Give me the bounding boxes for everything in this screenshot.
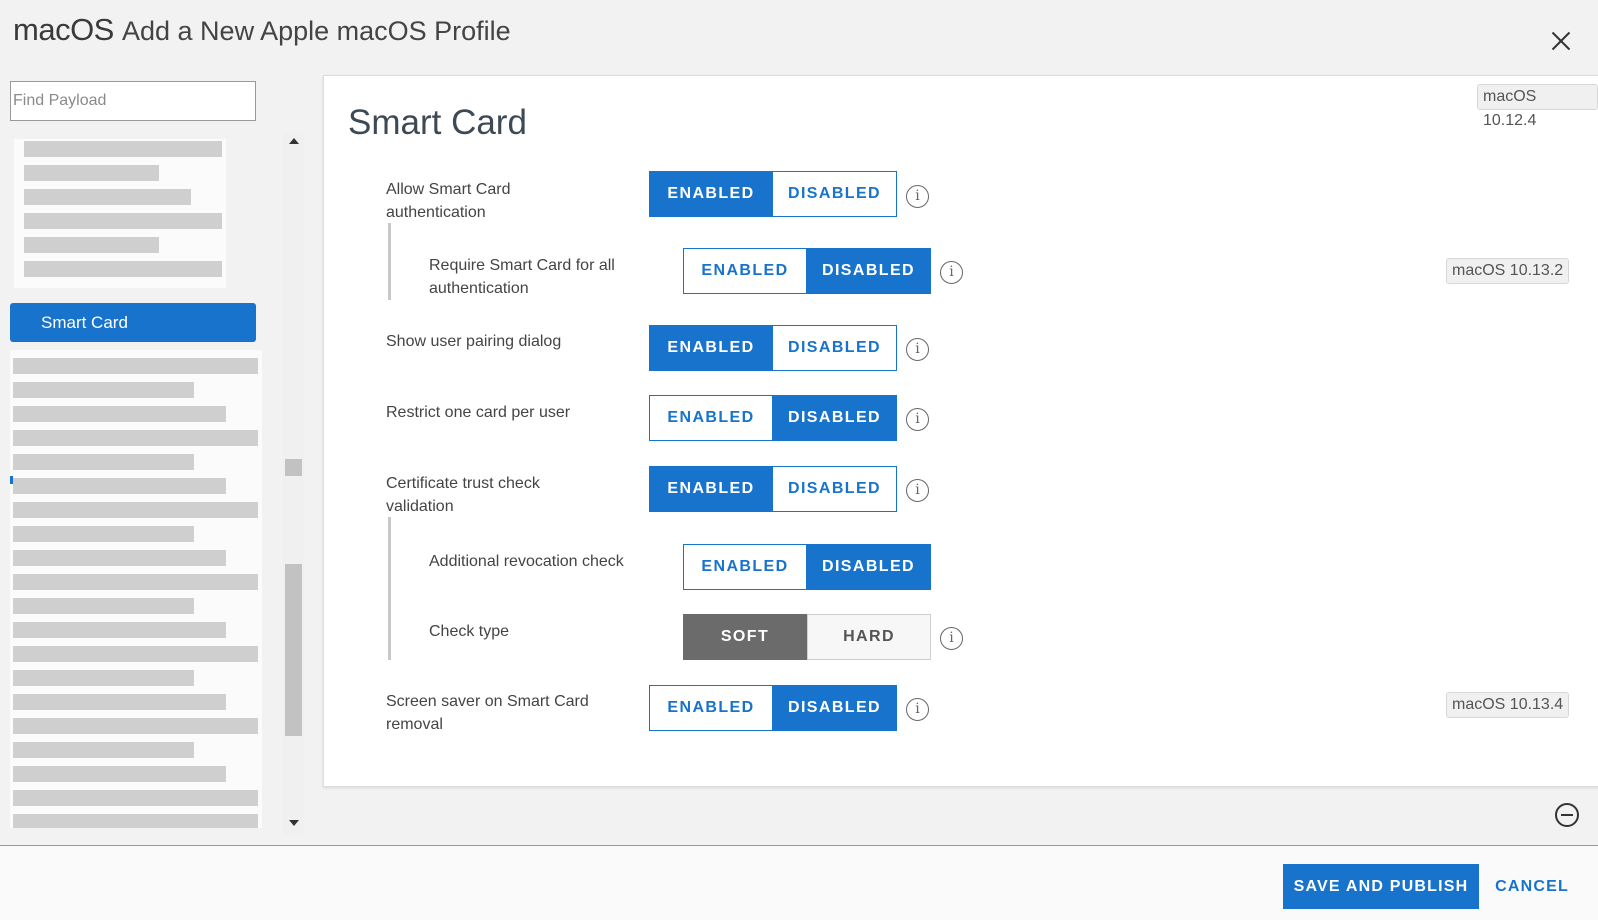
nesting-line [388, 223, 391, 300]
list-item-placeholder[interactable] [13, 550, 226, 566]
toggle-check-type: SOFT HARD [683, 614, 931, 660]
info-icon[interactable]: i [906, 338, 929, 361]
setting-label: Additional revocation check [429, 553, 624, 570]
list-item-placeholder[interactable] [13, 742, 194, 758]
enabled-option[interactable]: ENABLED [649, 325, 773, 371]
list-item-placeholder[interactable] [13, 694, 226, 710]
list-item-placeholder[interactable] [13, 598, 194, 614]
list-item-placeholder[interactable] [13, 766, 226, 782]
payload-list-bottom [10, 350, 262, 828]
disabled-option[interactable]: DISABLED [807, 544, 931, 590]
selection-marker [10, 476, 13, 484]
list-item-placeholder[interactable] [24, 237, 159, 253]
info-icon[interactable]: i [940, 261, 963, 284]
list-item-placeholder[interactable] [24, 189, 191, 205]
toggle-allow-smart-card: ENABLED DISABLED [649, 171, 897, 217]
brand-logo: macOS [13, 12, 114, 47]
enabled-option[interactable]: ENABLED [683, 544, 807, 590]
disabled-option[interactable]: DISABLED [773, 685, 897, 731]
list-item-placeholder[interactable] [13, 454, 194, 470]
scrollbar-thumb-marker[interactable] [285, 459, 302, 476]
info-icon[interactable]: i [940, 627, 963, 650]
list-item-placeholder[interactable] [24, 141, 222, 157]
setting-label: Check type [429, 623, 510, 640]
list-item-placeholder[interactable] [13, 670, 194, 686]
setting-label: Screen saver on Smart Card removal [386, 693, 589, 733]
disabled-option[interactable]: DISABLED [773, 171, 897, 217]
save-and-publish-button[interactable]: SAVE AND PUBLISH [1283, 864, 1479, 909]
payload-list-top [14, 139, 226, 288]
nesting-line [388, 517, 391, 660]
toggle-certificate-trust-check: ENABLED DISABLED [649, 466, 897, 512]
list-item-placeholder[interactable] [13, 502, 258, 518]
version-badge: macOS 10.13.2 [1446, 258, 1570, 284]
hard-option[interactable]: HARD [807, 614, 931, 660]
list-item-placeholder[interactable] [24, 213, 222, 229]
disabled-option[interactable]: DISABLED [773, 325, 897, 371]
toggle-additional-revocation-check: ENABLED DISABLED [683, 544, 931, 590]
version-badge: macOS 10.12.4 [1477, 84, 1598, 129]
enabled-option[interactable]: ENABLED [649, 685, 773, 731]
header: macOS Add a New Apple macOS Profile [0, 0, 1598, 72]
list-item-placeholder[interactable] [24, 261, 222, 277]
toggle-require-smart-card: ENABLED DISABLED [683, 248, 931, 294]
scroll-down-arrow-icon[interactable] [289, 820, 299, 826]
list-item-placeholder[interactable] [13, 646, 258, 662]
setting-label: Restrict one card per user [386, 404, 571, 421]
setting-label: Show user pairing dialog [386, 333, 562, 350]
disabled-option[interactable]: DISABLED [773, 466, 897, 512]
list-item-placeholder[interactable] [13, 814, 258, 828]
list-item-placeholder[interactable] [13, 622, 226, 638]
enabled-option[interactable]: ENABLED [649, 171, 773, 217]
page-title: Add a New Apple macOS Profile [122, 16, 511, 46]
soft-option[interactable]: SOFT [683, 614, 807, 660]
cancel-button[interactable]: CANCEL [1492, 864, 1572, 909]
close-icon[interactable] [1548, 28, 1574, 54]
list-item-placeholder[interactable] [13, 382, 194, 398]
list-item-placeholder[interactable] [13, 718, 258, 734]
scrollbar-thumb[interactable] [285, 564, 302, 736]
list-item-placeholder[interactable] [13, 574, 258, 590]
enabled-option[interactable]: ENABLED [649, 466, 773, 512]
list-item-placeholder[interactable] [13, 430, 258, 446]
enabled-option[interactable]: ENABLED [683, 248, 807, 294]
setting-label: Require Smart Card for all authenticatio… [429, 257, 615, 297]
info-icon[interactable]: i [906, 408, 929, 431]
info-icon[interactable]: i [906, 185, 929, 208]
list-item-placeholder[interactable] [13, 790, 258, 806]
list-item-placeholder[interactable] [13, 526, 194, 542]
payload-title: Smart Card [348, 103, 527, 142]
scroll-up-arrow-icon[interactable] [289, 138, 299, 144]
list-item-placeholder[interactable] [13, 358, 258, 374]
disabled-option[interactable]: DISABLED [773, 395, 897, 441]
list-item-placeholder[interactable] [13, 406, 226, 422]
setting-label: Certificate trust check validation [386, 475, 540, 515]
list-item-placeholder[interactable] [13, 478, 226, 494]
toggle-show-pairing-dialog: ENABLED DISABLED [649, 325, 897, 371]
disabled-option[interactable]: DISABLED [807, 248, 931, 294]
enabled-option[interactable]: ENABLED [649, 395, 773, 441]
toggle-restrict-one-card: ENABLED DISABLED [649, 395, 897, 441]
find-payload-input[interactable] [10, 81, 256, 121]
toggle-screen-saver-removal: ENABLED DISABLED [649, 685, 897, 731]
info-icon[interactable]: i [906, 479, 929, 502]
remove-payload-icon[interactable] [1555, 803, 1579, 827]
list-item-placeholder[interactable] [24, 165, 159, 181]
setting-label: Allow Smart Card authentication [386, 181, 511, 221]
version-badge: macOS 10.13.4 [1446, 692, 1570, 718]
info-icon[interactable]: i [906, 698, 929, 721]
sidebar-item-smart-card[interactable]: Smart Card [10, 303, 256, 342]
